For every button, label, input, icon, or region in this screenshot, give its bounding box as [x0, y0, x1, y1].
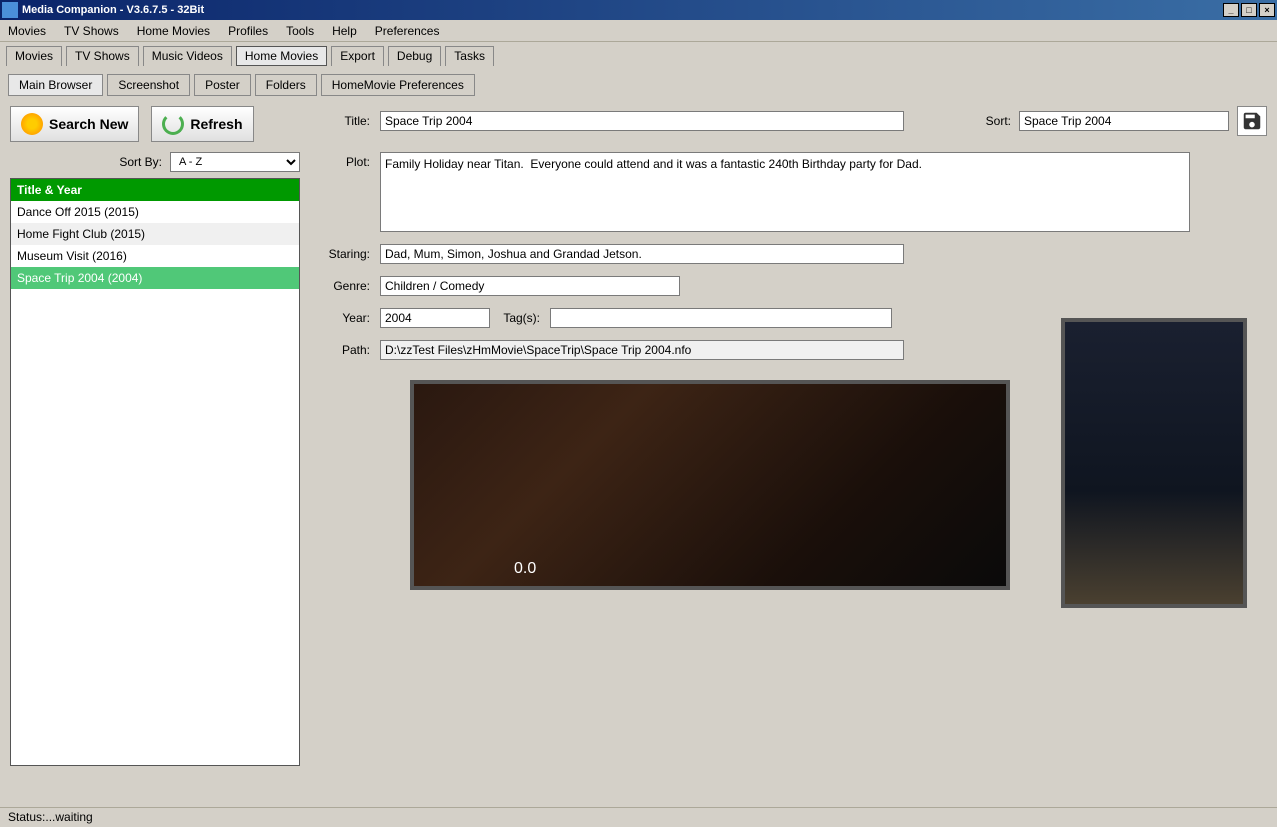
minimize-button[interactable]: _ — [1223, 3, 1239, 17]
menu-tv-shows[interactable]: TV Shows — [64, 24, 119, 38]
title-label: Title: — [310, 111, 380, 128]
new-icon — [21, 113, 43, 135]
menu-preferences[interactable]: Preferences — [375, 24, 440, 38]
menu-help[interactable]: Help — [332, 24, 357, 38]
status-bar: Status:...waiting — [0, 807, 1277, 827]
plot-label: Plot: — [310, 152, 380, 169]
staring-label: Staring: — [310, 244, 380, 261]
search-new-label: Search New — [49, 116, 128, 132]
menu-home-movies[interactable]: Home Movies — [137, 24, 210, 38]
menu-movies[interactable]: Movies — [8, 24, 46, 38]
tab-music-videos[interactable]: Music Videos — [143, 46, 232, 66]
sub-tabs: Main BrowserScreenshotPosterFoldersHomeM… — [0, 66, 1277, 96]
refresh-label: Refresh — [190, 116, 242, 132]
menu-tools[interactable]: Tools — [286, 24, 314, 38]
genre-label: Genre: — [310, 276, 380, 293]
list-item[interactable]: Dance Off 2015 (2015) — [11, 201, 299, 223]
subtab-poster[interactable]: Poster — [194, 74, 251, 96]
backdrop-image[interactable]: 0.0 — [410, 380, 1010, 590]
sort-input[interactable] — [1019, 111, 1229, 131]
list-item[interactable]: Museum Visit (2016) — [11, 245, 299, 267]
save-button[interactable] — [1237, 106, 1267, 136]
movie-list[interactable]: Title & Year Dance Off 2015 (2015)Home F… — [10, 178, 300, 766]
list-item[interactable]: Space Trip 2004 (2004) — [11, 267, 299, 289]
status-text: Status:...waiting — [8, 810, 93, 824]
subtab-folders[interactable]: Folders — [255, 74, 317, 96]
path-input — [380, 340, 904, 360]
sort-by-select[interactable]: A - Z — [170, 152, 300, 172]
genre-input[interactable] — [380, 276, 680, 296]
tab-debug[interactable]: Debug — [388, 46, 441, 66]
window-title: Media Companion - V3.6.7.5 - 32Bit — [22, 4, 1223, 16]
refresh-button[interactable]: Refresh — [151, 106, 253, 142]
tab-movies[interactable]: Movies — [6, 46, 62, 66]
subtab-main-browser[interactable]: Main Browser — [8, 74, 103, 96]
backdrop-rating: 0.0 — [514, 560, 536, 578]
menu-profiles[interactable]: Profiles — [228, 24, 268, 38]
tab-tasks[interactable]: Tasks — [445, 46, 494, 66]
sort-by-label: Sort By: — [119, 155, 162, 169]
tab-home-movies[interactable]: Home Movies — [236, 46, 327, 66]
sort-field-label: Sort: — [986, 114, 1011, 128]
floppy-icon — [1241, 110, 1263, 132]
year-input[interactable] — [380, 308, 490, 328]
search-new-button[interactable]: Search New — [10, 106, 139, 142]
tags-input[interactable] — [550, 308, 892, 328]
tab-export[interactable]: Export — [331, 46, 384, 66]
staring-input[interactable] — [380, 244, 904, 264]
list-item[interactable]: Home Fight Club (2015) — [11, 223, 299, 245]
menu-bar: Movies TV Shows Home Movies Profiles Tools He… — [0, 20, 1277, 42]
list-header: Title & Year — [11, 179, 299, 201]
refresh-icon — [162, 113, 184, 135]
app-icon — [2, 2, 18, 18]
maximize-button[interactable]: □ — [1241, 3, 1257, 17]
plot-textarea[interactable] — [380, 152, 1190, 232]
year-label: Year: — [310, 308, 380, 325]
subtab-screenshot[interactable]: Screenshot — [107, 74, 190, 96]
path-label: Path: — [310, 340, 380, 357]
tags-label: Tag(s): — [490, 308, 550, 325]
title-bar: Media Companion - V3.6.7.5 - 32Bit _ □ × — [0, 0, 1277, 20]
poster-image[interactable] — [1061, 318, 1247, 608]
main-tabs: MoviesTV ShowsMusic VideosHome MoviesExp… — [0, 42, 1277, 66]
title-input[interactable] — [380, 111, 904, 131]
subtab-homemovie-preferences[interactable]: HomeMovie Preferences — [321, 74, 475, 96]
close-button[interactable]: × — [1259, 3, 1275, 17]
tab-tv-shows[interactable]: TV Shows — [66, 46, 139, 66]
